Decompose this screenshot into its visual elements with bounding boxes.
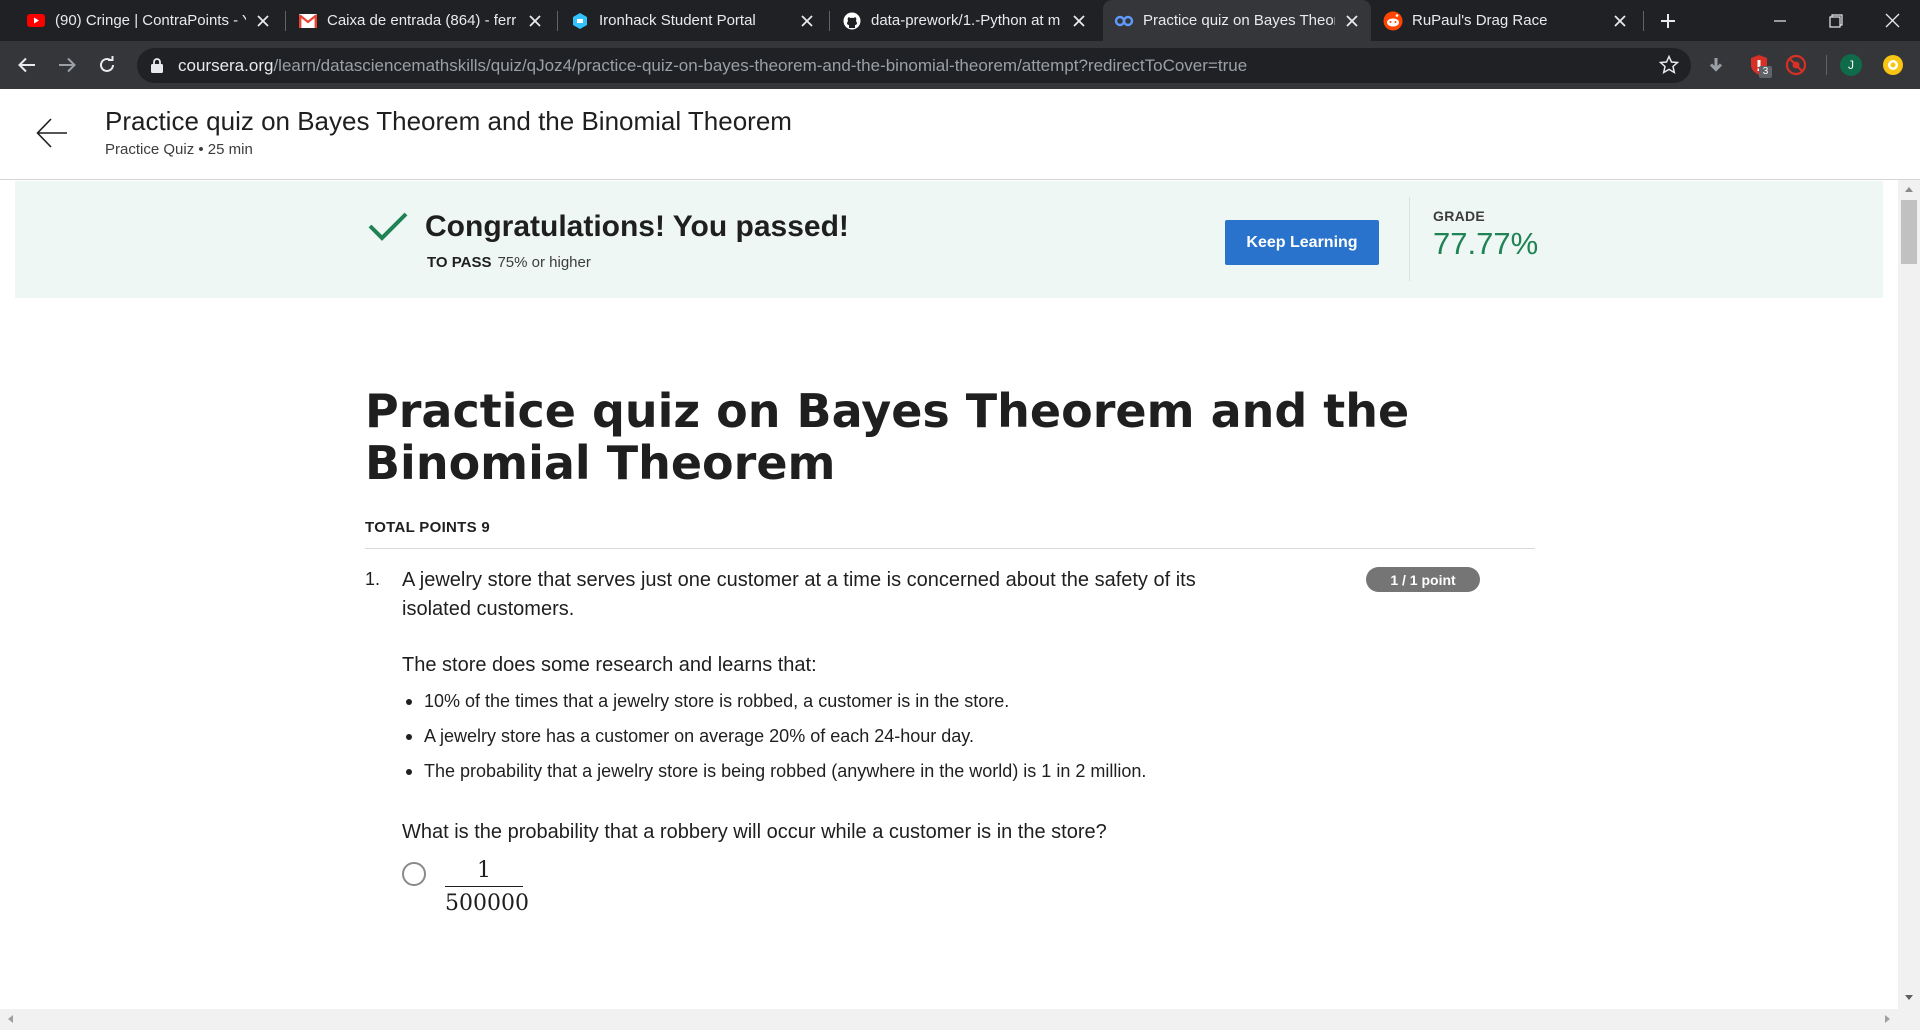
- fraction-numerator: 1: [477, 858, 491, 883]
- question-number: 1.: [365, 569, 381, 589]
- tab-title: Practice quiz on Bayes Theor: [1143, 12, 1335, 29]
- pass-threshold: TO PASS 75% or higher: [427, 254, 591, 271]
- gmail-icon: [298, 11, 318, 31]
- scroll-down-icon[interactable]: [1905, 995, 1913, 1001]
- fraction-bar: [445, 886, 523, 887]
- arrow-left-icon: [18, 57, 35, 73]
- minimize-button[interactable]: [1752, 0, 1808, 41]
- tab-title: Ironhack Student Portal: [599, 12, 756, 29]
- question-prompt: What is the probability that a robbery w…: [402, 821, 1107, 843]
- option-radio[interactable]: [402, 862, 426, 886]
- tab-title: RuPaul's Drag Race: [1412, 12, 1548, 29]
- to-pass-label: TO PASS: [427, 254, 492, 271]
- account-extension-icon[interactable]: [1881, 53, 1905, 77]
- restore-button[interactable]: [1808, 0, 1864, 41]
- reload-button[interactable]: [91, 49, 123, 81]
- fraction-denominator: 500000: [445, 891, 529, 916]
- tab-divider: [829, 11, 830, 31]
- total-points: TOTAL POINTS 9: [365, 519, 491, 536]
- reddit-icon: [1383, 11, 1403, 31]
- scroll-up-icon[interactable]: [1905, 186, 1913, 192]
- coursera-icon: [1114, 11, 1134, 31]
- scrollbar-thumb[interactable]: [1901, 200, 1917, 264]
- fact-list: 10% of the times that a jewelry store is…: [402, 689, 1302, 794]
- forward-button[interactable]: [51, 49, 83, 81]
- option-fraction[interactable]: 1 500000: [445, 857, 529, 917]
- check-icon: [368, 212, 408, 241]
- page-content: Practice quiz on Bayes Theorem and the B…: [0, 89, 1920, 1030]
- grade-value: 77.77%: [1433, 226, 1539, 261]
- tab-github[interactable]: data-prework/1.-Python at m: [842, 0, 1090, 41]
- header-subtitle: Practice Quiz • 25 min: [105, 141, 253, 158]
- minimize-icon: [1774, 19, 1786, 22]
- new-tab-button[interactable]: [1640, 0, 1696, 41]
- tab-title: data-prework/1.-Python at m: [871, 12, 1061, 29]
- divider: [365, 548, 1535, 549]
- github-icon: [842, 11, 862, 31]
- close-tab-icon[interactable]: [1609, 10, 1631, 32]
- horizontal-scrollbar[interactable]: [0, 1009, 1898, 1030]
- close-window-button[interactable]: [1864, 0, 1920, 41]
- result-banner: Congratulations! You passed! TO PASS 75% …: [15, 181, 1883, 298]
- avatar: J: [1840, 54, 1862, 76]
- grade-label: GRADE: [1433, 208, 1486, 224]
- header-title: Practice quiz on Bayes Theorem and the B…: [105, 106, 792, 136]
- back-button[interactable]: [11, 49, 43, 81]
- restore-icon: [1829, 13, 1843, 28]
- close-icon: [1885, 13, 1899, 28]
- tab-title: Caixa de entrada (864) - ferr: [327, 12, 517, 29]
- question-text: A jewelry store that serves just one cus…: [402, 569, 1196, 620]
- tab-gmail[interactable]: Caixa de entrada (864) - ferr: [298, 0, 546, 41]
- download-icon[interactable]: [1704, 53, 1728, 77]
- scroll-left-icon[interactable]: [7, 1015, 13, 1023]
- list-item: The probability that a jewelry store is …: [402, 759, 1302, 794]
- browser-toolbar: coursera.org/learn/datasciencemathskills…: [0, 41, 1920, 89]
- vertical-scrollbar[interactable]: [1898, 180, 1920, 1030]
- address-bar[interactable]: coursera.org/learn/datasciencemathskills…: [137, 48, 1691, 83]
- browser-tab-bar: (90) Cringe | ContraPoints - Y Caixa de …: [0, 0, 1920, 41]
- tab-youtube[interactable]: (90) Cringe | ContraPoints - Y: [26, 0, 274, 41]
- list-item: 10% of the times that a jewelry store is…: [402, 689, 1302, 724]
- toolbar-divider: [1826, 55, 1827, 75]
- tab-divider: [285, 11, 286, 31]
- url-path: /learn/datasciencemathskills/quiz/qJoz4/…: [273, 55, 1248, 75]
- close-tab-icon[interactable]: [796, 10, 818, 32]
- close-tab-icon[interactable]: [1068, 10, 1090, 32]
- pass-message: Congratulations! You passed!: [425, 210, 849, 243]
- close-tab-icon[interactable]: [524, 10, 546, 32]
- scroll-right-icon[interactable]: [1885, 1015, 1891, 1023]
- bookmark-star-icon[interactable]: [1658, 54, 1680, 80]
- back-arrow-icon[interactable]: [36, 117, 68, 154]
- quiz-title: Practice quiz on Bayes Theorem and the B…: [365, 384, 1410, 490]
- arrow-right-icon: [59, 57, 76, 73]
- youtube-icon: [26, 11, 46, 31]
- tab-coursera[interactable]: Practice quiz on Bayes Theor: [1103, 0, 1371, 41]
- ironhack-icon: [570, 11, 590, 31]
- plus-icon: [1661, 13, 1675, 28]
- quiz-header: Practice quiz on Bayes Theorem and the B…: [0, 89, 1920, 180]
- shield-extension-icon[interactable]: 3: [1747, 53, 1772, 78]
- to-pass-value: 75% or higher: [497, 254, 591, 271]
- keep-learning-button[interactable]: Keep Learning: [1225, 220, 1379, 265]
- reload-icon: [100, 56, 114, 72]
- profile-avatar[interactable]: J: [1839, 53, 1863, 77]
- extension-badge: 3: [1759, 66, 1772, 78]
- tab-title: (90) Cringe | ContraPoints - Y: [55, 12, 246, 29]
- url-domain: coursera.org: [178, 55, 274, 75]
- url-text: coursera.org/learn/datasciencemathskills…: [178, 56, 1247, 76]
- close-tab-icon[interactable]: [1341, 10, 1363, 32]
- tab-ironhack[interactable]: Ironhack Student Portal: [570, 0, 818, 41]
- points-badge: 1 / 1 point: [1366, 567, 1480, 592]
- list-item: A jewelry store has a customer on averag…: [402, 724, 1302, 759]
- lock-icon: [151, 58, 165, 74]
- tab-reddit[interactable]: RuPaul's Drag Race: [1383, 0, 1631, 41]
- blocked-extension-icon[interactable]: [1784, 53, 1808, 77]
- question-paragraph: The store does some research and learns …: [402, 654, 817, 676]
- tab-divider: [557, 11, 558, 31]
- grade-divider: [1409, 197, 1410, 281]
- close-tab-icon[interactable]: [252, 10, 274, 32]
